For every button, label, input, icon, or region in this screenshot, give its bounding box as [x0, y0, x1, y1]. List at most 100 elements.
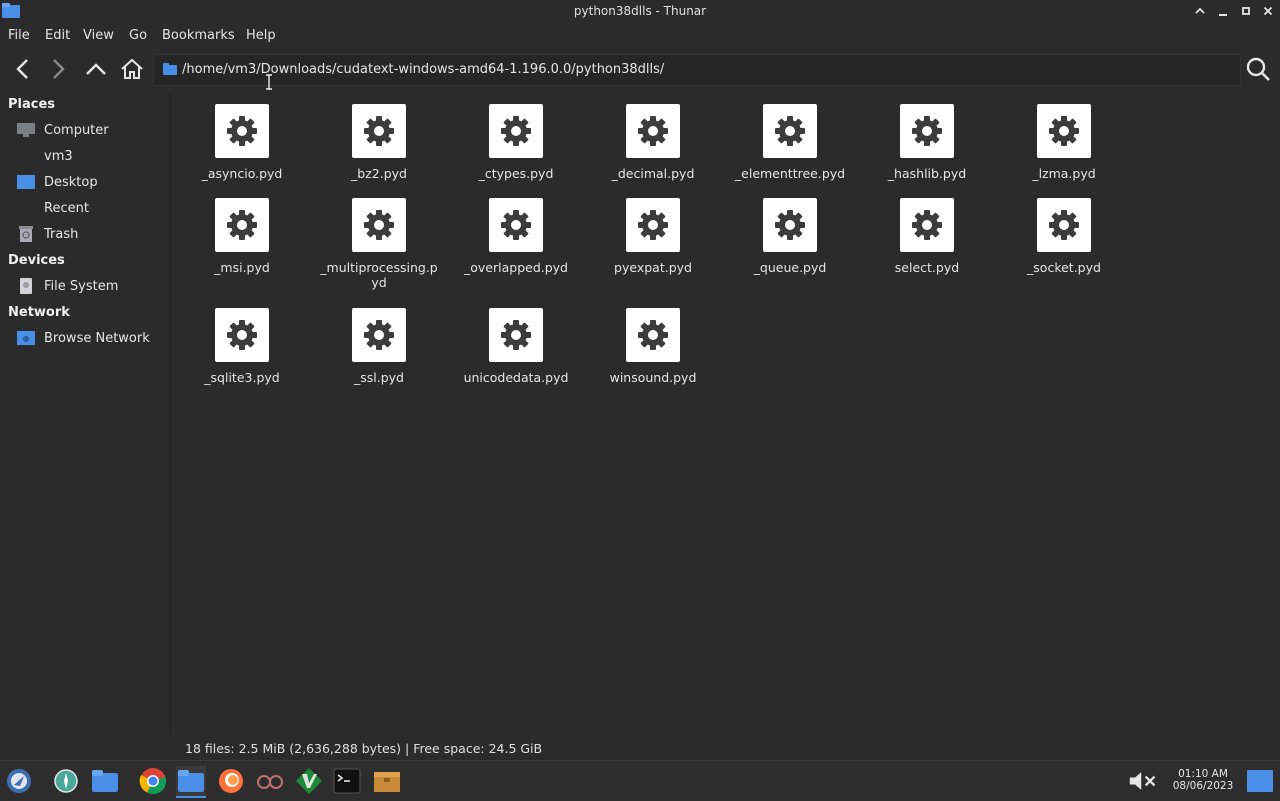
status-text: 18 files: 2.5 MiB (2,636,288 bytes) | Fr…: [185, 741, 543, 756]
glasses-icon: [257, 775, 283, 789]
launcher-archive-manager[interactable]: [372, 766, 402, 796]
gear-icon: [364, 210, 394, 240]
file-name: _asyncio.pyd: [201, 166, 283, 181]
file-item[interactable]: _overlapped.pyd: [450, 198, 582, 275]
launcher-chrome[interactable]: [138, 766, 168, 796]
app-menu-button[interactable]: [4, 766, 34, 796]
sidebar-item-browse-network[interactable]: Browse Network: [16, 327, 166, 349]
parent-folder-button[interactable]: [81, 54, 111, 84]
sidebar-item-trash[interactable]: Trash: [16, 223, 166, 245]
clock-date: 08/06/2023: [1172, 780, 1234, 792]
file-icon: [215, 308, 269, 362]
menu-file[interactable]: File: [8, 28, 30, 43]
maximize-button[interactable]: [1236, 2, 1256, 20]
launcher-compass[interactable]: [51, 766, 81, 796]
menu-view[interactable]: View: [83, 28, 114, 43]
whisker-menu-icon: [7, 769, 31, 793]
file-icon: [352, 198, 406, 252]
sidebar-item-desktop[interactable]: Desktop: [16, 171, 166, 193]
file-name: _overlapped.pyd: [464, 260, 568, 275]
file-name: _multiprocessing.pyd: [320, 260, 438, 290]
gear-icon: [912, 210, 942, 240]
status-bar: 18 files: 2.5 MiB (2,636,288 bytes) | Fr…: [171, 736, 1280, 760]
file-item[interactable]: _sqlite3.pyd: [176, 308, 308, 385]
close-button[interactable]: [1258, 2, 1278, 20]
file-item[interactable]: unicodedata.pyd: [450, 308, 582, 385]
trash-icon: [16, 225, 36, 243]
menu-edit[interactable]: Edit: [45, 28, 70, 43]
file-icon: [352, 104, 406, 158]
network-header: Network: [8, 305, 70, 320]
menu-help[interactable]: Help: [246, 28, 276, 43]
gear-icon: [638, 116, 668, 146]
taskbar-thunar-window[interactable]: [176, 766, 206, 798]
clock[interactable]: 01:10 AM 08/06/2023: [1172, 768, 1234, 792]
file-item[interactable]: _msi.pyd: [176, 198, 308, 275]
launcher-glasses-app[interactable]: [255, 766, 285, 796]
file-name: winsound.pyd: [609, 370, 697, 385]
file-item[interactable]: select.pyd: [861, 198, 993, 275]
search-button[interactable]: [1243, 54, 1273, 84]
minimize-icon: [1219, 14, 1227, 16]
file-name: _elementtree.pyd: [734, 166, 846, 181]
file-item[interactable]: _elementtree.pyd: [724, 104, 856, 181]
launcher-firefox[interactable]: [216, 766, 246, 796]
maximize-up-button[interactable]: [1190, 2, 1210, 20]
file-icon: [763, 104, 817, 158]
forward-button[interactable]: [43, 54, 73, 84]
sidebar-item-file-system[interactable]: File System: [16, 275, 166, 297]
sidebar-item-recent[interactable]: Recent: [16, 197, 166, 219]
file-view: _asyncio.pyd _bz2.pyd _ctypes.pyd _decim…: [171, 92, 1280, 734]
file-name: _lzma.pyd: [1032, 166, 1096, 181]
location-bar: [153, 54, 1241, 86]
launcher-files[interactable]: [90, 766, 120, 796]
drive-icon: [16, 277, 36, 295]
gear-icon: [364, 320, 394, 350]
sidebar-item-label: Desktop: [44, 174, 98, 190]
maximize-icon: [1242, 7, 1250, 15]
file-item[interactable]: _queue.pyd: [724, 198, 856, 275]
menu-bookmarks[interactable]: Bookmarks: [162, 28, 235, 43]
file-item[interactable]: _socket.pyd: [998, 198, 1130, 275]
back-button[interactable]: [8, 54, 38, 84]
file-item[interactable]: _ctypes.pyd: [450, 104, 582, 181]
gear-icon: [638, 210, 668, 240]
file-item[interactable]: pyexpat.pyd: [587, 198, 719, 275]
home-button[interactable]: [117, 54, 147, 84]
location-input[interactable]: [182, 55, 1232, 83]
archive-icon: [374, 772, 400, 792]
file-name: _socket.pyd: [1027, 260, 1101, 275]
sidebar-item-label: File System: [44, 278, 119, 294]
launcher-vim[interactable]: [294, 766, 324, 796]
sidebar-item-computer[interactable]: Computer: [16, 119, 166, 141]
file-icon: [1037, 104, 1091, 158]
file-name: _sqlite3.pyd: [204, 370, 280, 385]
devices-header: Devices: [8, 253, 65, 268]
file-item[interactable]: _decimal.pyd: [587, 104, 719, 181]
file-item[interactable]: _bz2.pyd: [313, 104, 445, 181]
file-item[interactable]: _multiprocessing.pyd: [313, 198, 445, 290]
menu-bar: File Edit View Go Bookmarks Help: [0, 24, 1280, 48]
file-icon: [489, 308, 543, 362]
chevron-up-icon: [1195, 7, 1205, 14]
gear-icon: [912, 116, 942, 146]
sidebar-item-vm3[interactable]: vm3: [16, 145, 166, 167]
file-item[interactable]: _ssl.pyd: [313, 308, 445, 385]
sidebar-item-label: Recent: [44, 200, 89, 216]
file-name: _hashlib.pyd: [887, 166, 967, 181]
file-item[interactable]: _lzma.pyd: [998, 104, 1130, 181]
minimize-button[interactable]: [1213, 2, 1233, 20]
file-item[interactable]: winsound.pyd: [587, 308, 719, 385]
menu-go[interactable]: Go: [129, 28, 147, 43]
gear-icon: [775, 116, 805, 146]
compass-icon: [54, 769, 78, 793]
show-desktop-button[interactable]: [1245, 766, 1275, 796]
launcher-terminal[interactable]: [332, 766, 362, 796]
gear-icon: [775, 210, 805, 240]
gear-icon: [501, 320, 531, 350]
file-item[interactable]: _hashlib.pyd: [861, 104, 993, 181]
volume-button[interactable]: [1128, 766, 1158, 796]
file-item[interactable]: _asyncio.pyd: [176, 104, 308, 181]
firefox-icon: [219, 769, 243, 793]
gear-icon: [1049, 116, 1079, 146]
